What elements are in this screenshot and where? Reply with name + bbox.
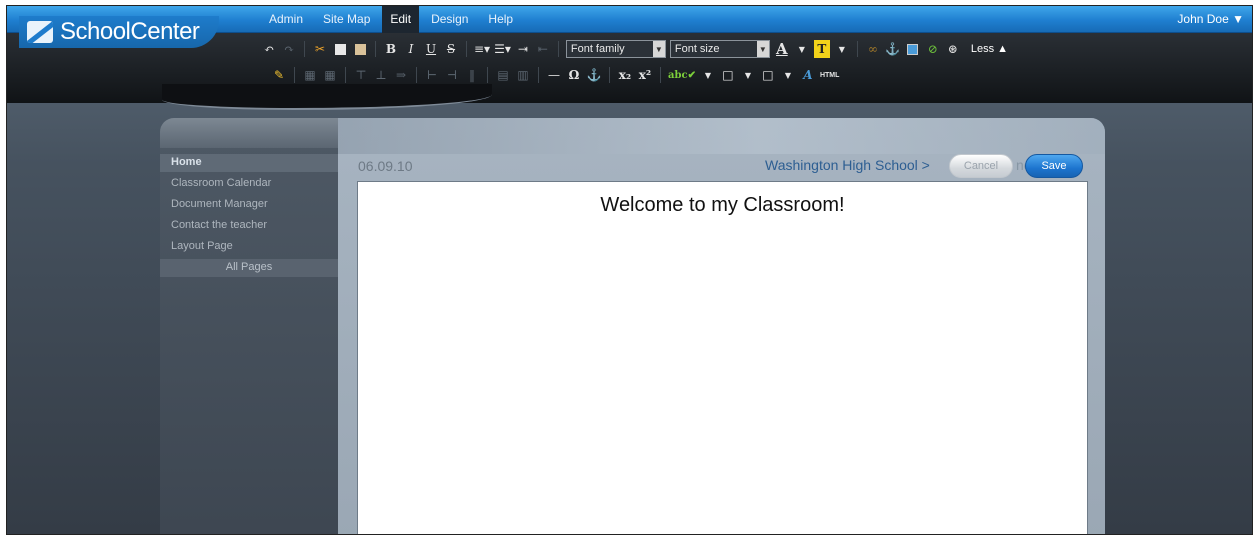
chevron-down-icon[interactable]: ▼ [794,40,810,58]
toolbar-row-1: ↶ ↷ ✂ B I U S ≡▾ ☰▾ ⇥ ⇤ Font family ▼ Fo… [259,38,1008,60]
row-before-icon[interactable]: ⊤ [353,66,369,84]
split-cells-icon[interactable]: ▤ [495,66,511,84]
sidebar-item-document-manager[interactable]: Document Manager [160,196,338,214]
superscript-button[interactable]: x² [637,66,653,84]
sidebar-header [160,118,338,148]
content-header-decoration [338,118,1105,154]
chevron-down-icon: ▼ [652,41,665,57]
breadcrumb[interactable]: Washington High School > [765,157,930,173]
font-family-label: Font family [570,43,625,55]
less-toggle[interactable]: Less ▲ [971,43,1008,55]
app-window: Admin Site Map Edit Design Help John Doe… [6,5,1253,535]
merge-cells-icon[interactable]: ▥ [515,66,531,84]
highlight-button[interactable]: T [813,40,830,58]
strikethrough-button[interactable]: S [443,40,459,58]
toolbar-separator [345,67,346,83]
chevron-down-icon: ▼ [756,41,769,57]
html-source-button[interactable]: HTML [820,66,839,84]
nav-help[interactable]: Help [480,6,521,33]
col-after-icon[interactable]: ⊣ [444,66,460,84]
subscript-button[interactable]: x₂ [617,66,633,84]
cut-icon[interactable]: ✂ [312,40,328,58]
row-after-icon[interactable]: ⊥ [373,66,389,84]
bold-button[interactable]: B [383,40,399,58]
toolbar-separator [304,41,305,57]
save-button[interactable]: Save [1025,154,1083,178]
toolbar-separator [487,67,488,83]
sidebar: Home Classroom Calendar Document Manager… [160,118,338,534]
table-props-icon[interactable]: ▦ [322,66,338,84]
underline-button[interactable]: U [423,40,439,58]
font-family-select[interactable]: Font family ▼ [565,40,666,58]
media-icon[interactable]: ⊛ [945,40,961,58]
bullet-list-icon[interactable]: ☰▾ [494,40,511,58]
toolbar-separator [466,41,467,57]
nav-edit[interactable]: Edit [382,6,420,33]
editor-heading[interactable]: Welcome to my Classroom! [358,194,1087,217]
sidebar-item-layout-page[interactable]: Layout Page [160,238,338,256]
toolbar-decoration [162,84,492,110]
toolbar-separator [538,67,539,83]
copy-icon[interactable] [332,40,348,58]
main-content: 06.09.10 Washington High School > ne Can… [338,118,1105,534]
sidebar-item-home[interactable]: Home [160,154,338,172]
logo-icon [27,21,53,43]
nav-admin[interactable]: Admin [261,6,311,33]
undo-icon[interactable]: ↶ [261,40,277,58]
font-color-button[interactable]: A [774,40,790,58]
nav-site-map[interactable]: Site Map [315,6,378,33]
toolbar-separator [660,67,661,83]
chevron-down-icon[interactable]: ▼ [740,66,756,84]
horizontal-rule-icon[interactable]: — [546,66,562,84]
nav-design[interactable]: Design [423,6,476,33]
special-char-button[interactable]: Ω [566,66,582,84]
attachment-icon[interactable]: ⊘ [925,40,941,58]
cleanup-icon[interactable]: ✎ [271,66,287,84]
toolbar-separator [557,41,559,57]
delete-row-icon[interactable]: ⇒ [393,66,409,84]
font-size-select[interactable]: Font size ▼ [669,40,770,58]
chevron-down-icon[interactable]: ▼ [700,66,716,84]
toolbar-separator [609,67,610,83]
layer-icon[interactable]: □ [760,66,776,84]
toolbar-separator [856,41,858,57]
table-icon[interactable]: ▦ [302,66,318,84]
paste-icon[interactable] [352,40,368,58]
italic-button[interactable]: I [403,40,419,58]
font-color-label: A [776,40,788,58]
outdent-icon[interactable]: ⇤ [535,40,551,58]
style-icon[interactable]: A [800,66,816,84]
toolbar-separator [294,67,295,83]
delete-col-icon[interactable]: ‖ [464,66,480,84]
sidebar-item-classroom-calendar[interactable]: Classroom Calendar [160,175,338,193]
sidebar-item-all-pages[interactable]: All Pages [160,259,338,277]
highlight-label: T [817,42,827,56]
toolbar-row-2: ✎ ▦ ▦ ⊤ ⊥ ⇒ ⊢ ⊣ ‖ ▤ ▥ — Ω ⚓ x₂ x² abc ✔ ▼… [269,64,841,86]
user-menu[interactable]: John Doe ▼ [1177,12,1244,26]
main-nav: Admin Site Map Edit Design Help [261,6,525,33]
link-icon[interactable]: ∞ [865,40,881,58]
cancel-button[interactable]: Cancel [949,154,1013,178]
col-before-icon[interactable]: ⊢ [424,66,440,84]
font-size-label: Font size [674,43,720,55]
redo-icon[interactable]: ↷ [281,40,297,58]
unlink-icon[interactable]: ⚓ [885,40,901,58]
spellcheck-label: abc [668,69,688,81]
toolbar-separator [375,41,376,57]
page-date: 06.09.10 [358,158,413,174]
toolbar-separator [416,67,417,83]
spellcheck-button[interactable]: abc ✔ [668,66,696,84]
box-icon[interactable]: □ [720,66,736,84]
anchor-icon[interactable]: ⚓ [586,66,602,84]
chevron-down-icon[interactable]: ▼ [834,40,850,58]
indent-icon[interactable]: ⇥ [515,40,531,58]
logo-text: SchoolCenter [60,18,200,45]
sidebar-item-contact-teacher[interactable]: Contact the teacher [160,217,338,235]
logo[interactable]: SchoolCenter [19,16,220,48]
content-editor[interactable]: Welcome to my Classroom! [357,181,1088,534]
align-icon[interactable]: ≡▾ [474,40,490,58]
chevron-down-icon[interactable]: ▼ [780,66,796,84]
image-icon[interactable] [905,40,921,58]
